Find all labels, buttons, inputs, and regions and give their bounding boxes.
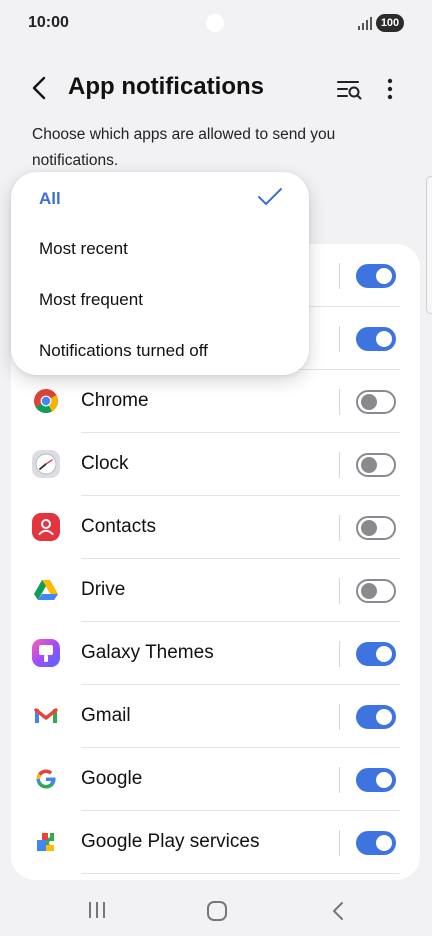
app-name: Galaxy Themes — [81, 642, 214, 663]
chrome-icon — [34, 389, 59, 414]
contacts-icon — [32, 513, 60, 541]
scroll-indicator[interactable] — [426, 176, 432, 314]
divider — [339, 326, 340, 352]
google-icon — [36, 769, 56, 789]
list-item-google[interactable]: Google — [11, 748, 420, 811]
toggle-knob — [361, 394, 377, 410]
notification-toggle[interactable] — [356, 327, 396, 351]
clock-icon — [32, 450, 60, 478]
galaxy-themes-icon — [32, 639, 60, 667]
camera-cutout — [206, 14, 224, 32]
app-name: Google Play services — [81, 831, 260, 852]
status-time: 10:00 — [28, 14, 69, 31]
list-item-contacts[interactable]: Contacts — [11, 496, 420, 559]
list-item-chrome[interactable]: Chrome — [11, 370, 420, 433]
divider — [339, 704, 340, 730]
list-item-galaxy-themes[interactable]: Galaxy Themes — [11, 622, 420, 685]
gmail-icon — [34, 708, 58, 723]
drive-icon — [34, 580, 58, 600]
battery-icon: 100 — [376, 14, 404, 32]
recents-icon[interactable] — [86, 900, 108, 920]
divider — [339, 767, 340, 793]
notification-toggle[interactable] — [356, 642, 396, 666]
notification-toggle[interactable] — [356, 768, 396, 792]
toggle-knob — [376, 772, 392, 788]
toggle-knob — [361, 457, 377, 473]
app-name: Clock — [81, 453, 129, 474]
more-options-icon[interactable] — [378, 74, 402, 104]
dropdown-item-notifications-off[interactable]: Notifications turned off — [39, 341, 208, 361]
row-divider — [81, 873, 400, 874]
dropdown-item-most-frequent[interactable]: Most frequent — [39, 290, 143, 310]
app-name: Google — [81, 768, 143, 789]
toggle-knob — [361, 583, 377, 599]
search-filter-icon[interactable] — [334, 74, 364, 104]
notification-toggle[interactable] — [356, 453, 396, 477]
back-button[interactable] — [26, 72, 54, 104]
toggle-knob — [376, 646, 392, 662]
notification-toggle[interactable] — [356, 516, 396, 540]
screen: 10:00 100 App notifications Choose which… — [0, 0, 432, 936]
page-title: App notifications — [68, 73, 264, 100]
divider — [339, 515, 340, 541]
divider — [339, 263, 340, 289]
dropdown-item-most-recent[interactable]: Most recent — [39, 239, 128, 259]
home-icon[interactable] — [206, 900, 228, 922]
toggle-knob — [376, 268, 392, 284]
description-text: Choose which apps are allowed to send yo… — [32, 126, 336, 169]
divider — [339, 389, 340, 415]
list-item-gmail[interactable]: Gmail — [11, 685, 420, 748]
divider — [339, 830, 340, 856]
toggle-knob — [376, 835, 392, 851]
filter-dropdown: All Most recent Most frequent Notificati… — [11, 172, 309, 375]
notification-toggle[interactable] — [356, 705, 396, 729]
toggle-knob — [361, 520, 377, 536]
dropdown-item-all[interactable]: All — [39, 189, 61, 209]
list-item-clock[interactable]: Clock — [11, 433, 420, 496]
list-item-google-play-services[interactable]: Google Play services — [11, 811, 420, 874]
notification-toggle[interactable] — [356, 264, 396, 288]
divider — [339, 641, 340, 667]
app-name: Contacts — [81, 516, 156, 537]
google-play-services-icon — [37, 833, 54, 851]
notification-toggle[interactable] — [356, 390, 396, 414]
signal-icon — [358, 17, 372, 30]
status-bar: 10:00 100 — [0, 0, 432, 46]
notification-toggle[interactable] — [356, 831, 396, 855]
app-name: Gmail — [81, 705, 131, 726]
app-name: Drive — [81, 579, 126, 600]
back-nav-icon[interactable] — [330, 900, 346, 922]
toggle-knob — [376, 709, 392, 725]
list-item-drive[interactable]: Drive — [11, 559, 420, 622]
app-name: Chrome — [81, 390, 149, 411]
toggle-knob — [376, 331, 392, 347]
divider — [339, 578, 340, 604]
divider — [339, 452, 340, 478]
navigation-bar — [0, 884, 432, 936]
checkmark-icon — [258, 188, 282, 205]
notification-toggle[interactable] — [356, 579, 396, 603]
